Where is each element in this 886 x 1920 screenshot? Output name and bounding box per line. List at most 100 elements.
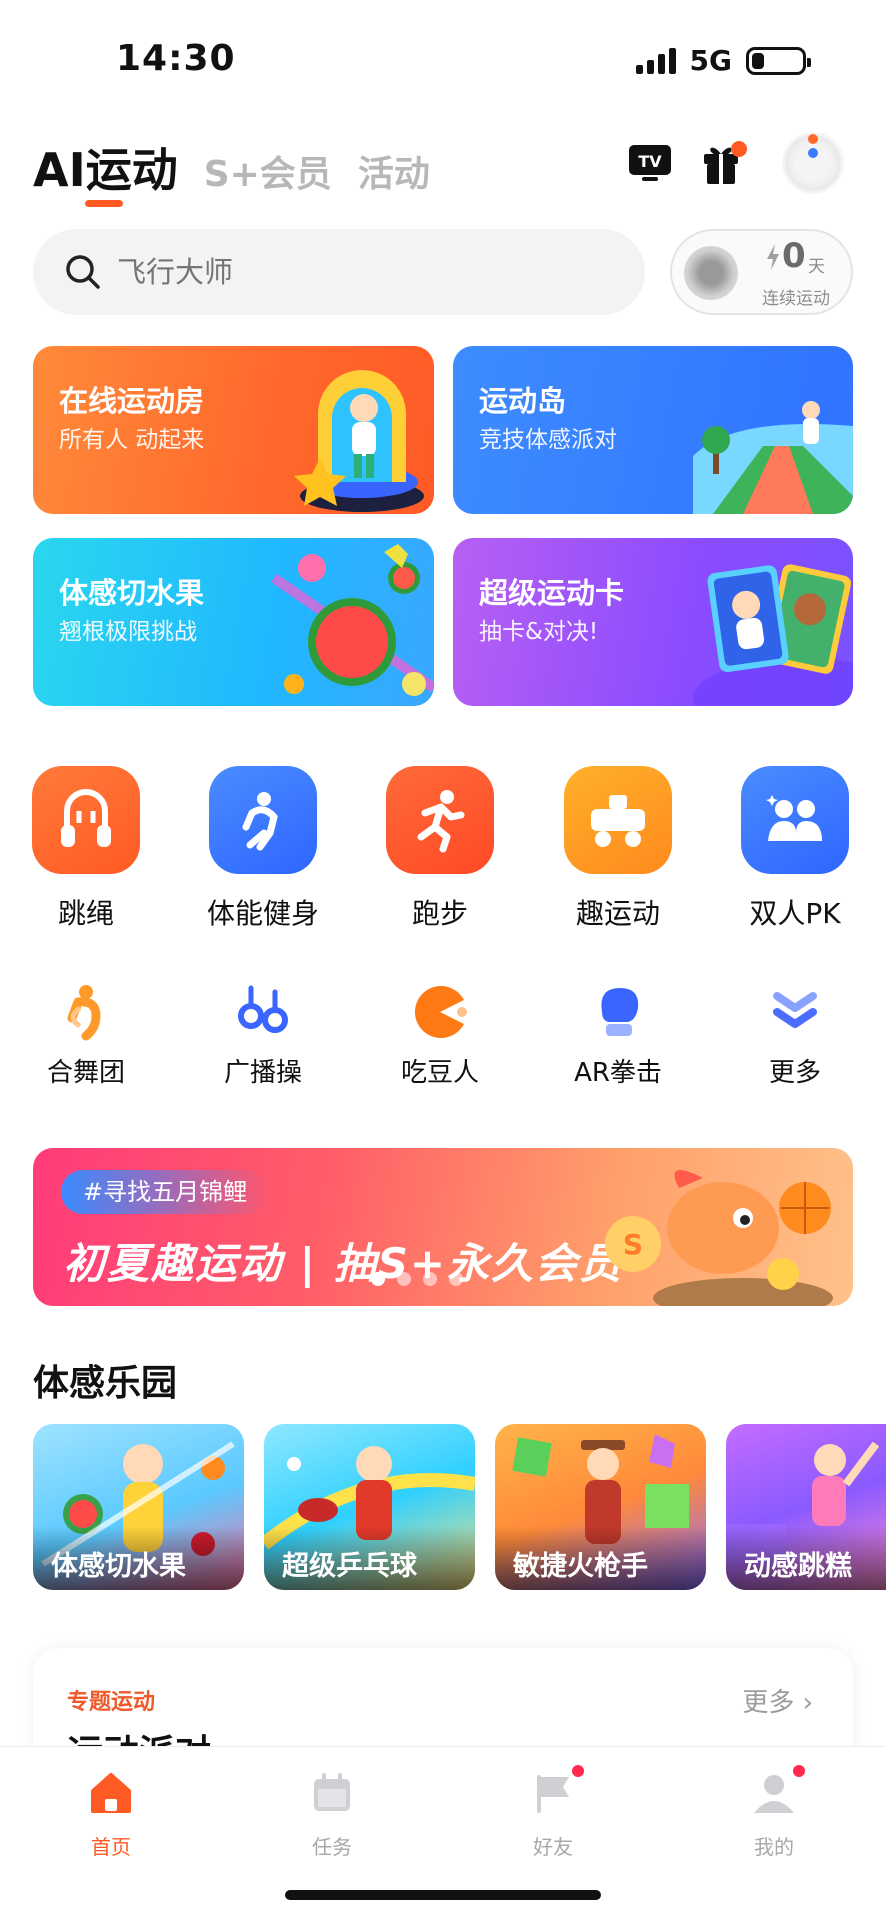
banner-tag: #寻找五月锦鲤 bbox=[61, 1170, 270, 1214]
card-sport-island[interactable]: 运动岛 竞技体感派对 bbox=[453, 346, 853, 514]
status-time: 14:30 bbox=[116, 38, 236, 79]
fun-sport-icon bbox=[564, 766, 672, 874]
subcategory-label: 吃豆人 bbox=[400, 1058, 479, 1088]
dance-icon bbox=[56, 982, 116, 1042]
game-label: 体感切水果 bbox=[33, 1526, 244, 1590]
tab-ai-sport[interactable]: AI运动 bbox=[33, 134, 178, 207]
carousel-dot[interactable] bbox=[423, 1272, 437, 1286]
user-icon bbox=[754, 1775, 794, 1813]
subcategory-label: 更多 bbox=[768, 1058, 821, 1088]
tv-icon[interactable]: TV bbox=[628, 144, 672, 184]
game-label: 动感跳糕 bbox=[726, 1526, 886, 1590]
calendar-icon bbox=[314, 1773, 350, 1811]
sport-card-illustration bbox=[693, 564, 853, 706]
card-title: 体感切水果 bbox=[59, 576, 205, 610]
status-icons: 5G bbox=[635, 44, 811, 77]
streak-label: 连续运动 bbox=[762, 289, 830, 309]
category-running[interactable]: 跑步 bbox=[360, 766, 520, 932]
tab-activity[interactable]: 活动 bbox=[358, 145, 430, 197]
tab-home[interactable]: 首页 bbox=[56, 1769, 166, 1860]
gift-icon[interactable] bbox=[700, 140, 748, 186]
boxing-glove-icon bbox=[588, 982, 648, 1042]
promo-banner[interactable]: #寻找五月锦鲤 初夏趣运动 | 抽S+永久会员 S bbox=[33, 1148, 853, 1306]
subcategory-dance[interactable]: 合舞团 bbox=[6, 982, 166, 1089]
duo-pk-icon bbox=[741, 766, 849, 874]
notification-badge bbox=[791, 1763, 807, 1779]
chevron-right-icon: › bbox=[802, 1688, 813, 1718]
card-super-sport-card[interactable]: 超级运动卡 抽卡&对决! bbox=[453, 538, 853, 706]
category-label: 双人PK bbox=[749, 897, 841, 930]
subcategory-boxing-glove[interactable]: AR拳击 bbox=[538, 982, 698, 1089]
fitness-icon bbox=[209, 766, 317, 874]
pacman-icon bbox=[410, 982, 470, 1042]
game-card[interactable]: 超级乒乓球 bbox=[264, 1424, 475, 1590]
search-bar[interactable] bbox=[33, 229, 645, 315]
category-fitness[interactable]: 体能健身 bbox=[183, 766, 343, 932]
category-jump-rope[interactable]: 跳绳 bbox=[6, 766, 166, 932]
card-subtitle: 所有人 动起来 bbox=[59, 427, 205, 453]
chevron-down-double-icon bbox=[765, 982, 825, 1042]
home-indicator bbox=[285, 1890, 601, 1900]
game-label: 超级乒乓球 bbox=[264, 1526, 475, 1590]
tab-tasks[interactable]: 任务 bbox=[277, 1769, 387, 1860]
carousel-dot[interactable] bbox=[371, 1272, 385, 1286]
game-card[interactable]: 敏捷火枪手 bbox=[495, 1424, 706, 1590]
search-input[interactable] bbox=[117, 255, 597, 289]
sport-island-illustration bbox=[693, 401, 853, 514]
koi-mascot-illustration: S bbox=[605, 1170, 833, 1306]
card-title: 在线运动房 bbox=[59, 384, 205, 418]
topic-tag: 专题运动 bbox=[67, 1690, 156, 1715]
streak-badge-icon bbox=[684, 246, 738, 300]
category-label: 体能健身 bbox=[206, 897, 319, 930]
card-subtitle: 竞技体感派对 bbox=[479, 427, 617, 453]
broadcast-exercise-icon bbox=[233, 982, 293, 1042]
topic-more-link[interactable]: 更多 › bbox=[742, 1682, 813, 1719]
subcategory-label: 广播操 bbox=[223, 1058, 302, 1088]
card-subtitle: 抽卡&对决! bbox=[479, 619, 599, 645]
bolt-icon bbox=[767, 244, 779, 270]
active-tab-indicator bbox=[85, 200, 123, 207]
svg-text:TV: TV bbox=[638, 152, 662, 171]
tab-s-plus-member[interactable]: S+会员 bbox=[204, 145, 332, 197]
tab-profile[interactable]: 我的 bbox=[719, 1763, 829, 1860]
game-card[interactable]: 体感切水果 bbox=[33, 1424, 244, 1590]
home-icon bbox=[91, 1773, 131, 1813]
notification-badge bbox=[570, 1763, 586, 1779]
subcategory-pacman[interactable]: 吃豆人 bbox=[360, 982, 520, 1089]
carousel-dots[interactable] bbox=[371, 1272, 463, 1286]
tab-label: AI运动 bbox=[33, 143, 178, 197]
carousel-dot[interactable] bbox=[397, 1272, 411, 1286]
card-online-room[interactable]: 在线运动房 所有人 动起来 bbox=[33, 346, 434, 514]
category-fun-sport[interactable]: 趣运动 bbox=[538, 766, 698, 932]
svg-text:S: S bbox=[623, 1228, 643, 1261]
online-room-illustration bbox=[294, 370, 424, 512]
tab-label: 首页 bbox=[91, 1835, 131, 1859]
network-label: 5G bbox=[689, 44, 732, 77]
fruit-illustration bbox=[271, 544, 434, 696]
streak-unit: 天 bbox=[808, 257, 825, 277]
search-icon bbox=[66, 255, 100, 289]
signal-icon bbox=[635, 47, 676, 74]
category-duo-pk[interactable]: 双人PK bbox=[715, 766, 875, 932]
flag-icon bbox=[537, 1775, 569, 1813]
subcategory-label: AR拳击 bbox=[574, 1058, 662, 1088]
assistant-dot-orange bbox=[808, 134, 818, 144]
card-title: 运动岛 bbox=[479, 384, 567, 418]
tab-friends[interactable]: 好友 bbox=[498, 1763, 608, 1860]
subcategory-chevron-down-double[interactable]: 更多 bbox=[715, 982, 875, 1089]
subcategory-label: 合舞团 bbox=[46, 1058, 125, 1088]
tab-label: 好友 bbox=[533, 1835, 573, 1859]
subcategory-broadcast-exercise[interactable]: 广播操 bbox=[183, 982, 343, 1089]
card-subtitle: 翘根极限挑战 bbox=[59, 619, 197, 645]
banner-title: 初夏趣运动 | 抽S+永久会员 bbox=[63, 1239, 624, 1288]
card-title: 超级运动卡 bbox=[479, 576, 625, 610]
assistant-dot-blue bbox=[808, 148, 818, 158]
battery-icon bbox=[746, 46, 811, 75]
carousel-dot[interactable] bbox=[449, 1272, 463, 1286]
more-label: 更多 bbox=[742, 1688, 795, 1718]
game-card[interactable]: 动感跳糕 bbox=[726, 1424, 886, 1590]
jump-rope-icon bbox=[32, 766, 140, 874]
card-fruit-ninja[interactable]: 体感切水果 翘根极限挑战 bbox=[33, 538, 434, 706]
section-title-motion-park: 体感乐园 bbox=[33, 1363, 178, 1404]
header-tabs: AI运动 S+会员 活动 bbox=[33, 134, 430, 207]
